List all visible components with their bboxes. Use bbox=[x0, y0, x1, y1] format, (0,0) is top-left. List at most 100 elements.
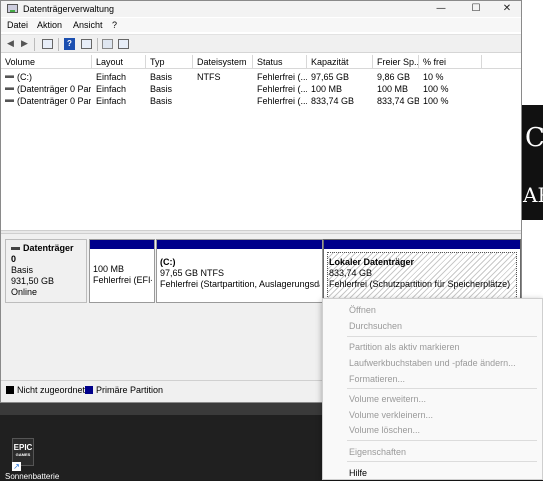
column-header-layout[interactable]: Layout bbox=[92, 55, 146, 69]
shortcut-arrow-icon: ↗ bbox=[12, 462, 21, 471]
menu-help[interactable]: ? bbox=[112, 20, 117, 30]
partition-status: Fehlerfrei (Startpartition, Auslagerungs… bbox=[160, 279, 320, 289]
cell-prozent-frei: 100 % bbox=[423, 96, 449, 106]
menu-separator bbox=[347, 388, 537, 389]
legend-swatch-primary bbox=[85, 386, 93, 394]
background-window-strip bbox=[0, 403, 330, 415]
cell-dateisystem bbox=[197, 83, 252, 95]
settings-icon[interactable] bbox=[118, 39, 129, 49]
menu-item-eigenschaften[interactable]: Eigenschaften bbox=[349, 445, 406, 459]
cell-freier-speicher: 833,74 GB bbox=[377, 96, 419, 106]
forward-arrow-icon[interactable]: ▶ bbox=[18, 38, 31, 50]
epic-icon-subtext: GAMES bbox=[15, 452, 31, 457]
menu-item-formatieren[interactable]: Formatieren... bbox=[349, 372, 405, 386]
partition-size: 100 MB bbox=[93, 264, 125, 274]
menu-item-volume-erweitern[interactable]: Volume erweitern... bbox=[349, 392, 426, 406]
menu-item-laufwerkbuchstaben[interactable]: Laufwerkbuchstaben und -pfade ändern... bbox=[349, 356, 516, 370]
background-glyph-ap: AP bbox=[523, 183, 543, 207]
window-title: Datenträgerverwaltung bbox=[23, 4, 115, 14]
background-glyph-c: C bbox=[525, 123, 543, 153]
properties-icon[interactable] bbox=[81, 39, 92, 49]
epic-icon-text: EPIC bbox=[13, 443, 33, 452]
menu-aktion[interactable]: Aktion bbox=[37, 20, 62, 30]
legend-swatch-unallocated bbox=[6, 386, 14, 394]
context-menu: Öffnen Durchsuchen Partition als aktiv m… bbox=[322, 298, 543, 480]
menu-item-volume-loeschen[interactable]: Volume löschen... bbox=[349, 423, 420, 437]
legend-label-unallocated: Nicht zugeordnet bbox=[17, 385, 86, 395]
cell-dateisystem: NTFS bbox=[197, 72, 221, 82]
cell-typ: Basis bbox=[150, 84, 173, 94]
cell-volume: (Datenträger 0 Par... bbox=[17, 96, 91, 106]
cell-freier-speicher: 100 MB bbox=[377, 84, 409, 94]
cell-layout: Einfach bbox=[96, 84, 127, 94]
partition-status: Fehlerfrei (EFI-Systempartition) bbox=[93, 275, 152, 285]
partition-c[interactable]: (C:) 97,65 GB NTFS Fehlerfrei (Startpart… bbox=[156, 239, 323, 303]
menu-ansicht[interactable]: Ansicht bbox=[73, 20, 103, 30]
column-header-freier-speicher[interactable]: Freier Sp... bbox=[373, 55, 419, 69]
table-row[interactable]: (C:) Einfach Basis NTFS Fehlerfrei (... … bbox=[1, 71, 521, 83]
partition-size: 833,74 GB bbox=[329, 268, 373, 278]
cell-dateisystem bbox=[197, 95, 252, 107]
column-header-filler bbox=[482, 55, 521, 69]
menu-separator bbox=[347, 440, 537, 441]
minimize-button[interactable]: — bbox=[425, 1, 457, 17]
cell-prozent-frei: 100 % bbox=[423, 84, 449, 94]
cell-kapazitaet: 100 MB bbox=[311, 84, 343, 94]
cell-layout: Einfach bbox=[96, 96, 127, 106]
close-button[interactable]: ✕ bbox=[491, 1, 523, 17]
console-tree-icon[interactable] bbox=[42, 39, 53, 49]
connect-disk-icon[interactable] bbox=[102, 39, 113, 49]
column-header-typ[interactable]: Typ bbox=[146, 55, 193, 69]
table-row[interactable]: (Datenträger 0 Par... Einfach Basis Fehl… bbox=[1, 83, 521, 95]
partition-lokaler-datentraeger[interactable]: Lokaler Datenträger 833,74 GB Fehlerfrei… bbox=[323, 239, 521, 303]
volume-list: Volume Layout Typ Dateisystem Status Kap… bbox=[1, 55, 521, 231]
title-bar[interactable]: Datenträgerverwaltung — ☐ ✕ bbox=[1, 1, 521, 17]
background-image-strip: C AP bbox=[521, 105, 543, 220]
disk-management-app-icon bbox=[7, 4, 18, 13]
table-row[interactable]: (Datenträger 0 Par... Einfach Basis Fehl… bbox=[1, 95, 521, 107]
toolbar-separator bbox=[34, 38, 35, 51]
volume-icon bbox=[5, 75, 14, 78]
menu-separator bbox=[347, 336, 537, 337]
disk-info-panel[interactable]: Datenträger 0 Basis 931,50 GB Online bbox=[5, 239, 87, 303]
cell-prozent-frei: 10 % bbox=[423, 72, 444, 82]
back-arrow-icon[interactable]: ◀ bbox=[4, 38, 17, 50]
cell-freier-speicher: 9,86 GB bbox=[377, 72, 411, 82]
column-header-prozent-frei[interactable]: % frei bbox=[419, 55, 482, 69]
menu-item-partition-aktiv[interactable]: Partition als aktiv markieren bbox=[349, 340, 460, 354]
disk-icon bbox=[11, 247, 20, 251]
menu-item-hilfe[interactable]: Hilfe bbox=[349, 466, 367, 480]
cell-status: Fehlerfrei (... bbox=[257, 72, 307, 82]
help-icon[interactable]: ? bbox=[64, 38, 75, 50]
menu-item-oeffnen[interactable]: Öffnen bbox=[349, 303, 376, 317]
menu-item-volume-verkleinern[interactable]: Volume verkleinern... bbox=[349, 408, 433, 422]
disk-name-row: Datenträger 0 bbox=[11, 243, 81, 265]
partition-type-bar bbox=[157, 240, 322, 249]
partition-type-bar bbox=[90, 240, 154, 249]
partition-efi[interactable]: 100 MB Fehlerfrei (EFI-Systempartition) bbox=[89, 239, 155, 303]
volume-icon bbox=[5, 87, 14, 90]
cell-typ: Basis bbox=[150, 96, 173, 106]
menu-separator bbox=[347, 461, 537, 462]
column-header-volume[interactable]: Volume bbox=[1, 55, 92, 69]
toolbar-separator bbox=[58, 38, 59, 51]
cell-volume: (C:) bbox=[17, 72, 32, 82]
cell-status: Fehlerfrei (... bbox=[257, 96, 307, 106]
menu-item-durchsuchen[interactable]: Durchsuchen bbox=[349, 319, 402, 333]
column-header-status[interactable]: Status bbox=[253, 55, 307, 69]
cell-typ: Basis bbox=[150, 72, 173, 82]
maximize-button[interactable]: ☐ bbox=[460, 1, 492, 17]
partition-info: (C:) 97,65 GB NTFS Fehlerfrei (Startpart… bbox=[160, 257, 320, 290]
cell-layout: Einfach bbox=[96, 72, 127, 82]
volume-icon bbox=[5, 99, 14, 102]
menu-datei[interactable]: Datei bbox=[7, 20, 28, 30]
legend-label-primary: Primäre Partition bbox=[96, 385, 164, 395]
toolbar: ◀ ▶ ? bbox=[1, 34, 521, 53]
column-header-dateisystem[interactable]: Dateisystem bbox=[193, 55, 253, 69]
cell-volume: (Datenträger 0 Par... bbox=[17, 84, 91, 94]
column-header-kapazitaet[interactable]: Kapazität bbox=[307, 55, 373, 69]
cell-status: Fehlerfrei (... bbox=[257, 84, 307, 94]
partition-title: (C:) bbox=[160, 257, 176, 267]
disk-name: Datenträger 0 bbox=[11, 243, 74, 264]
cell-kapazitaet: 97,65 GB bbox=[311, 72, 350, 82]
